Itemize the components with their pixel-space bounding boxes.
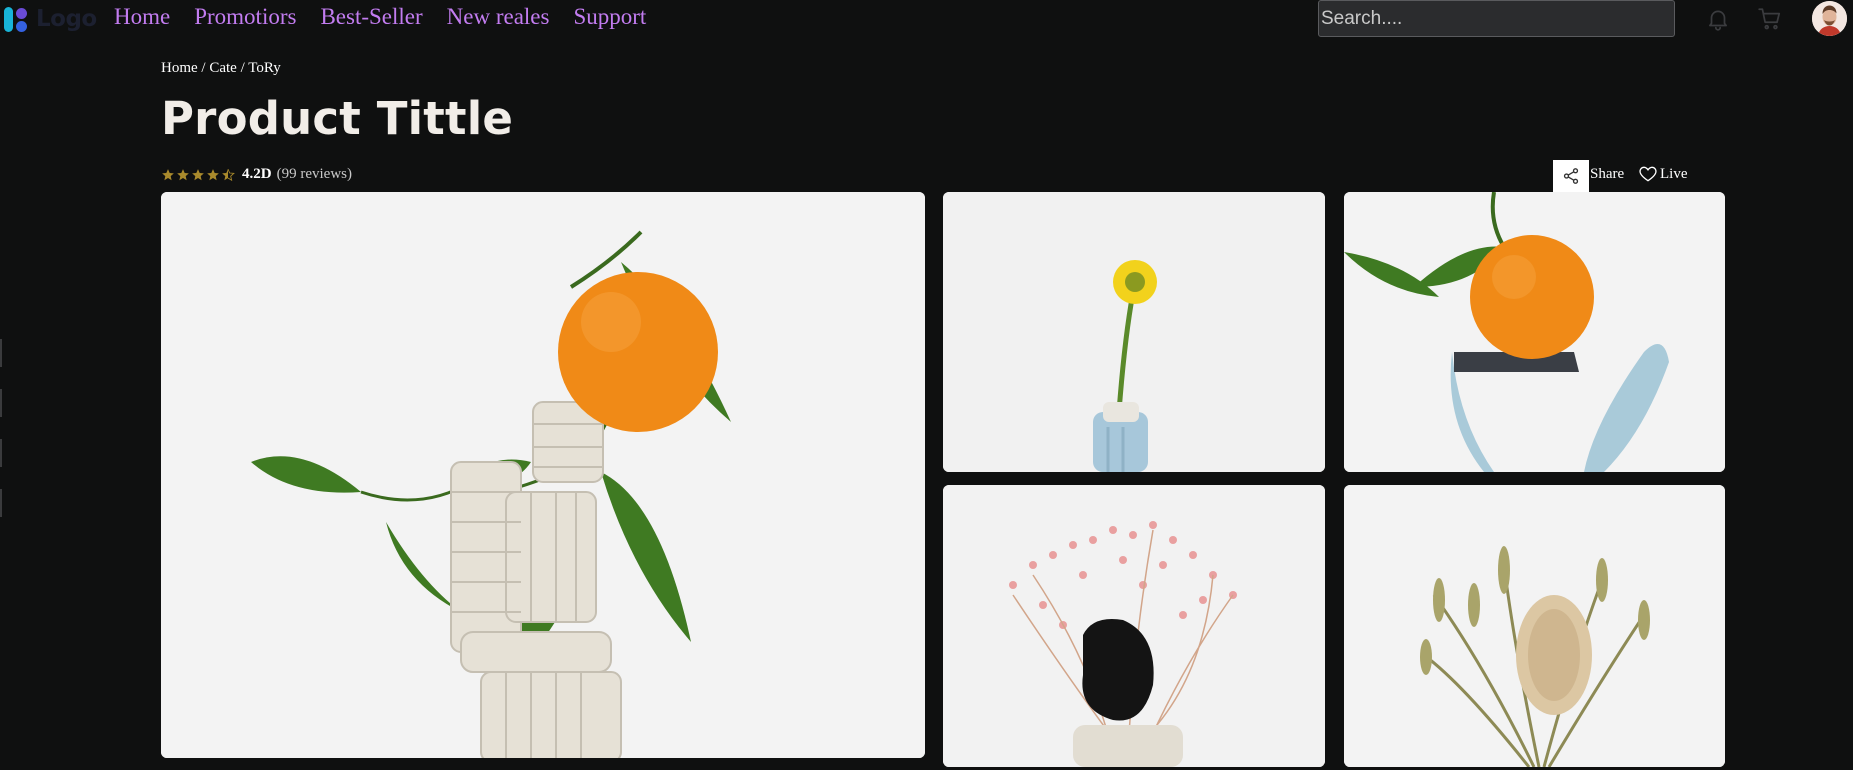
gallery-thumb-dried-bouquet[interactable] <box>1344 485 1725 767</box>
breadcrumb-current[interactable]: ToRy <box>248 60 281 76</box>
breadcrumb-category[interactable]: Cate <box>209 60 237 76</box>
heart-icon <box>1639 166 1657 182</box>
share-icon <box>1563 168 1579 184</box>
logo[interactable]: Logo <box>2 4 97 34</box>
gallery-thumb-pink-flowers[interactable] <box>943 485 1325 767</box>
nav-link-promotions[interactable]: Promotiors <box>194 4 296 30</box>
nav-link-best-seller[interactable]: Best-Seller <box>320 4 422 30</box>
star-icon <box>207 168 219 180</box>
edge-handle <box>0 489 2 517</box>
breadcrumb: Home / Cate / ToRy <box>161 60 281 77</box>
edge-handle <box>0 389 2 417</box>
gallery-thumb-orange-blue[interactable] <box>1344 192 1725 472</box>
breadcrumb-home[interactable]: Home <box>161 60 198 76</box>
edge-handle <box>0 439 2 467</box>
bell-icon[interactable] <box>1705 6 1731 32</box>
logo-text: Logo <box>36 6 97 32</box>
like-label: Live <box>1660 165 1688 182</box>
rating-value: 4.2D <box>242 166 272 182</box>
like-button[interactable]: Live <box>1638 164 1688 184</box>
cart-icon[interactable] <box>1757 6 1783 32</box>
star-half-icon <box>222 168 235 181</box>
gallery-main-image[interactable] <box>161 192 925 758</box>
breadcrumb-separator: / <box>197 60 210 76</box>
share-label[interactable]: Share <box>1590 166 1624 183</box>
top-nav-bar: Logo Home Promotiors Best-Seller New rea… <box>0 0 1853 40</box>
star-icon <box>162 168 174 180</box>
search-input[interactable] <box>1318 0 1675 37</box>
nav-link-new-releases[interactable]: New reales <box>447 4 550 30</box>
nav-link-support[interactable]: Support <box>573 4 646 30</box>
rating-stars <box>161 168 235 182</box>
edge-handle <box>0 339 2 367</box>
star-icon <box>192 168 204 180</box>
share-button[interactable] <box>1553 160 1589 192</box>
main-nav: Home Promotiors Best-Seller New reales S… <box>114 4 646 30</box>
logo-icon <box>2 5 30 33</box>
page-title: Product Tittle <box>161 92 514 145</box>
avatar[interactable] <box>1812 1 1847 36</box>
product-rating: 4.2D (99 reviews) <box>161 166 352 183</box>
gallery-thumb-flower[interactable] <box>943 192 1325 472</box>
breadcrumb-separator: / <box>236 60 249 76</box>
review-count[interactable]: (99 reviews) <box>277 166 352 183</box>
nav-link-home[interactable]: Home <box>114 4 170 30</box>
star-icon <box>177 168 189 180</box>
